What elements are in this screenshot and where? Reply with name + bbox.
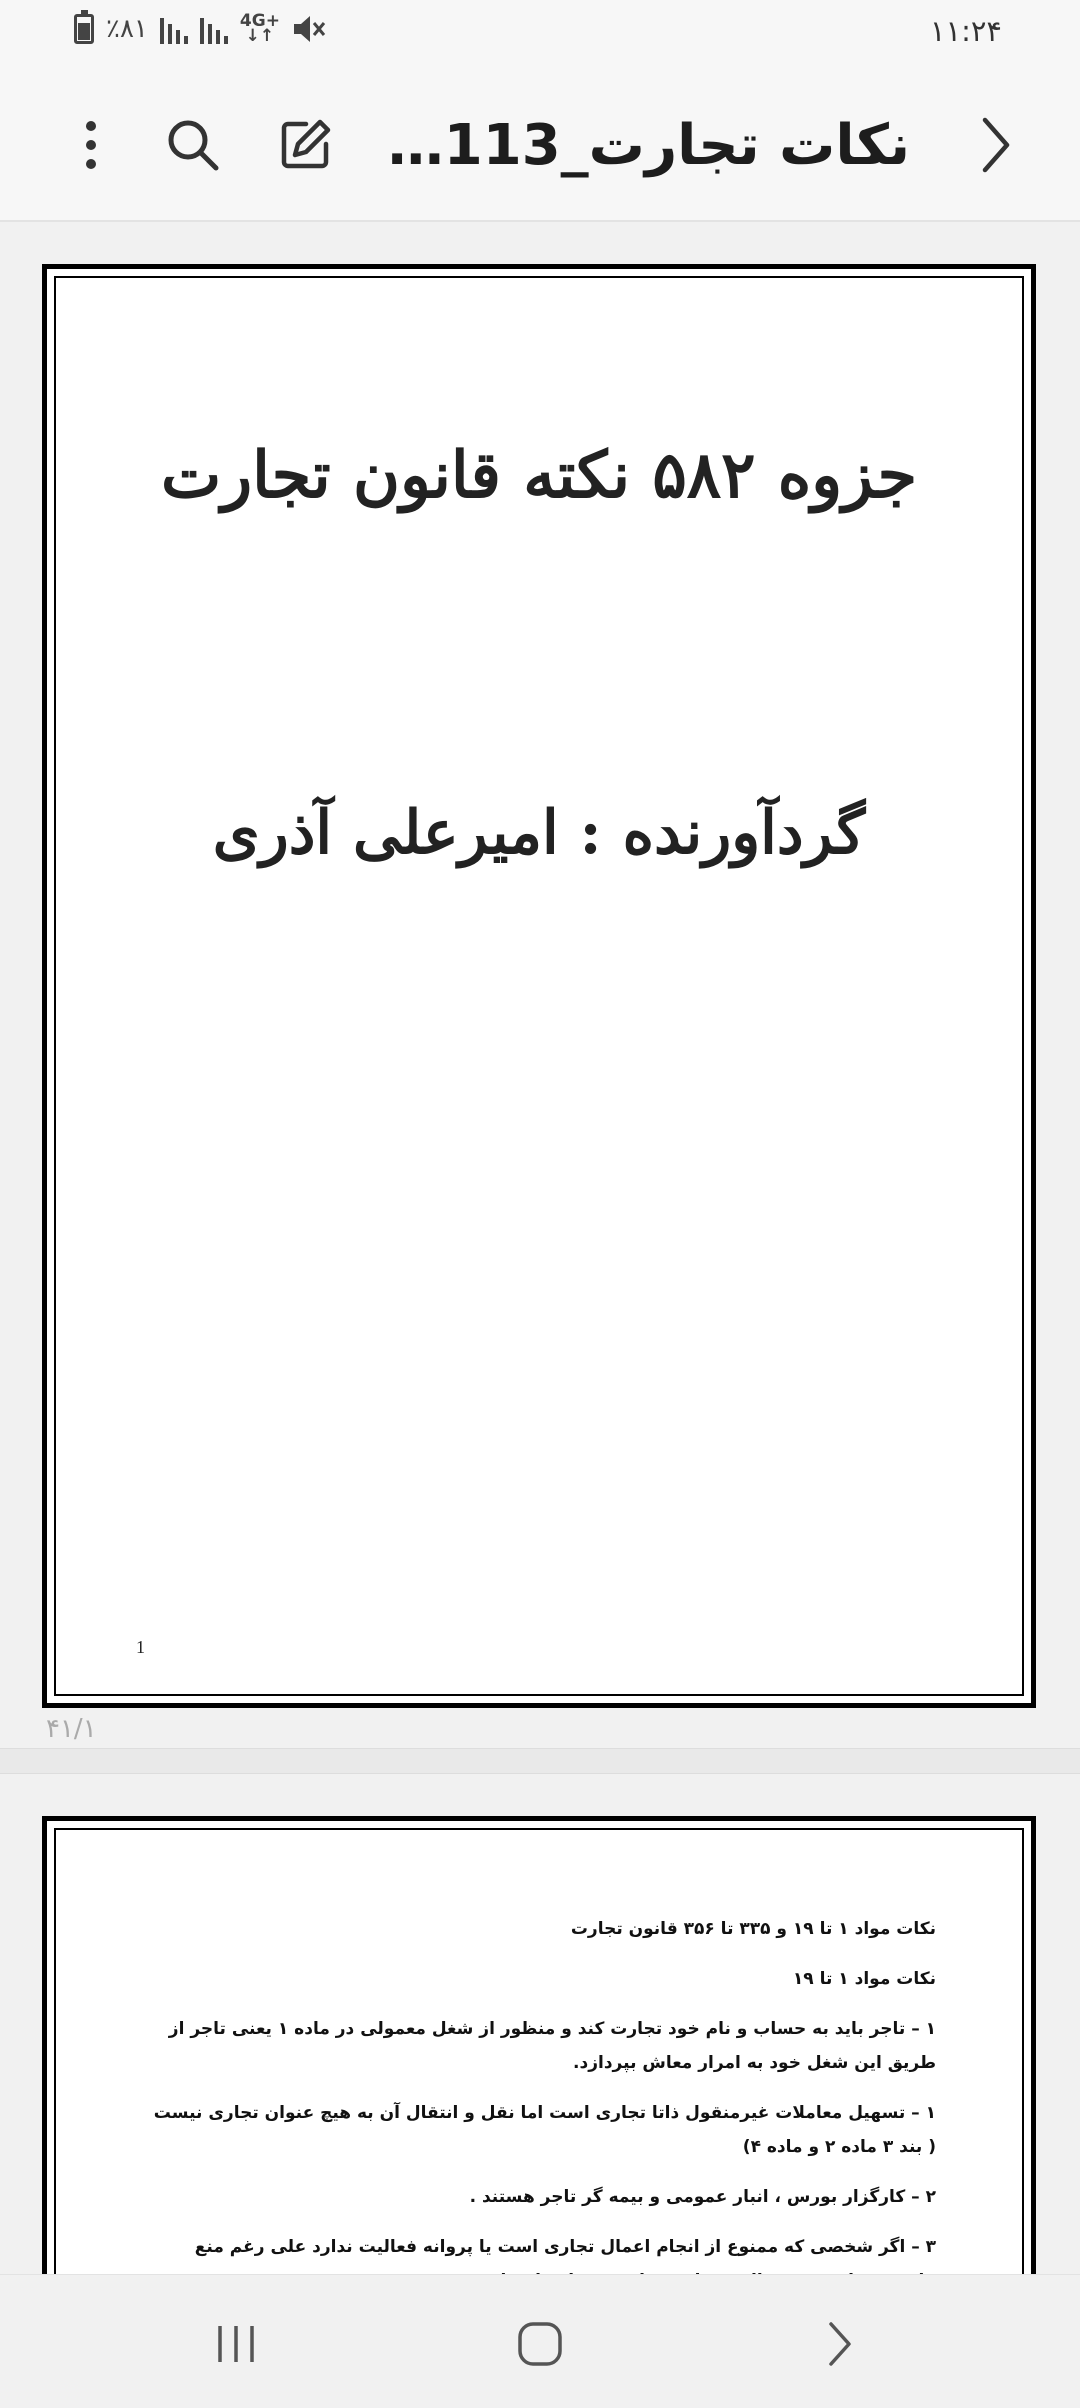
- battery-level: ٪۸۱: [106, 14, 148, 44]
- network-type: 4G+ ↓↑: [240, 13, 280, 46]
- system-navigation-bar: [0, 2274, 1080, 2408]
- content-subheading: نکات مواد ۱ تا ۱۹: [792, 1969, 936, 1989]
- content-paragraph: ۲ – کارگزار بورس ، انبار عمومی و بیمه گر…: [469, 2187, 936, 2207]
- status-time: ۱۱:۲۴: [929, 14, 1002, 48]
- chevron-right-icon[interactable]: [960, 110, 1030, 180]
- more-vertical-icon[interactable]: [56, 110, 126, 180]
- page-divider: [0, 1748, 1080, 1774]
- document-main-title: جزوه ۵۸۲ نکته قانون تجارت: [160, 438, 918, 513]
- content-paragraph: ۱ – تاجر باید به حساب و نام خود تجارت کن…: [168, 2019, 936, 2073]
- edit-icon[interactable]: [270, 110, 340, 180]
- content-heading: نکات مواد ۱ تا ۱۹ و ۳۳۵ تا ۳۵۶ قانون تجا…: [570, 1919, 936, 1939]
- home-icon[interactable]: [500, 2309, 580, 2379]
- signal-icon-2: [199, 14, 228, 44]
- status-icons: ٪۸۱ 4G+ ↓↑: [74, 10, 326, 46]
- back-icon[interactable]: [800, 2309, 880, 2379]
- content-paragraph: ۱ – تسهیل معاملات غیرمنقول ذاتا تجاری اس…: [153, 2103, 936, 2157]
- signal-icon-1: [159, 14, 188, 44]
- document-toolbar: نکات تجارت_240113...: [0, 66, 1080, 222]
- battery-icon: [74, 10, 94, 44]
- search-icon[interactable]: [158, 110, 228, 180]
- recent-apps-icon[interactable]: [196, 2309, 276, 2379]
- document-page-1: جزوه ۵۸۲ نکته قانون تجارت گردآورنده : ام…: [42, 264, 1036, 1708]
- document-title: نکات تجارت_240113...: [350, 113, 910, 178]
- page-number: 1: [136, 1637, 145, 1657]
- mute-icon: [293, 16, 326, 42]
- document-author: گردآورنده : امیرعلی آذری: [212, 798, 866, 868]
- status-bar: ٪۸۱ 4G+ ↓↑ ۱۱:۲۴: [0, 0, 1080, 66]
- data-arrows-icon: ↓↑: [245, 26, 275, 46]
- page-indicator: ۴۱/۱: [46, 1714, 97, 1744]
- page-content: نکات مواد ۱ تا ۱۹ و ۳۳۵ تا ۳۵۶ قانون تجا…: [142, 1912, 936, 2314]
- page-border: جزوه ۵۸۲ نکته قانون تجارت گردآورنده : ام…: [54, 276, 1024, 1696]
